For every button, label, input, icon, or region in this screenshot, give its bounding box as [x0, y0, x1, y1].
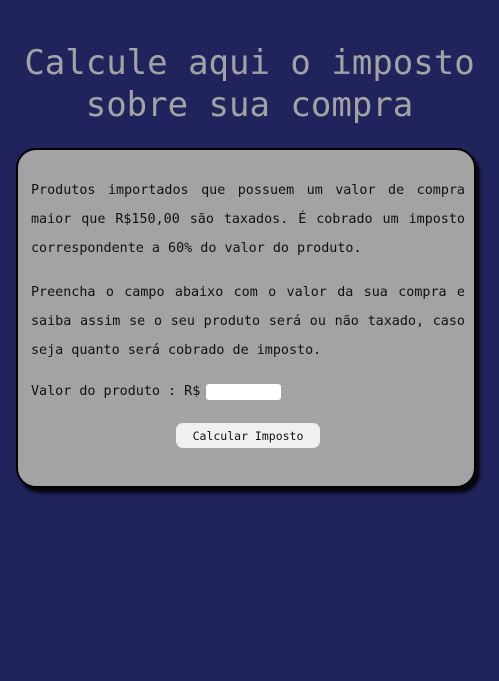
tax-calculator-card: Produtos importados que possuem um valor…	[16, 148, 476, 488]
product-value-input[interactable]	[206, 384, 282, 400]
calculate-tax-button[interactable]: Calcular Imposto	[176, 423, 320, 448]
page-title: Calcule aqui o imposto sobre sua compra	[0, 42, 499, 126]
page-title-line-2: sobre sua compra	[85, 85, 414, 125]
product-value-row: Valor do produto : R$	[31, 383, 282, 401]
product-value-label: Valor do produto : R$	[31, 384, 201, 399]
instructions-paragraph: Preencha o campo abaixo com o valor da s…	[31, 285, 465, 358]
page-title-line-1: Calcule aqui o imposto	[24, 43, 475, 83]
import-tax-info-paragraph: Produtos importados que possuem um valor…	[31, 183, 465, 256]
